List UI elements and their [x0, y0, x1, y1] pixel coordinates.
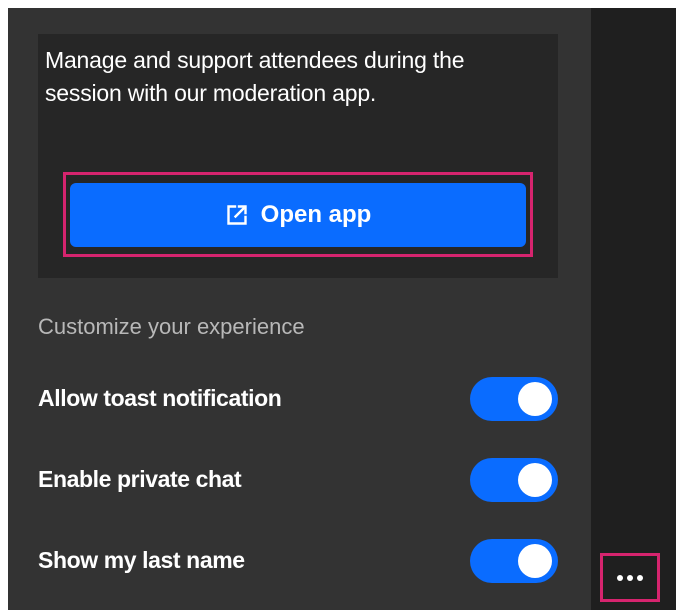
- setting-label-toast: Allow toast notification: [38, 385, 282, 411]
- toggle-knob: [518, 463, 552, 497]
- moderation-description: Manage and support attendees during the …: [45, 47, 465, 106]
- more-options-button[interactable]: [600, 553, 660, 602]
- dot: [637, 574, 643, 581]
- toggle-knob: [518, 382, 552, 416]
- external-link-icon: [225, 203, 249, 227]
- side-strip: [591, 8, 676, 610]
- settings-panel: Manage and support attendees during the …: [8, 8, 591, 610]
- open-app-button[interactable]: Open app: [70, 183, 526, 247]
- more-horizontal-icon: [617, 574, 643, 581]
- dot: [617, 574, 623, 581]
- private-chat-toggle[interactable]: [470, 458, 558, 502]
- setting-label-private-chat: Enable private chat: [38, 466, 242, 492]
- setting-row-last-name: Show my last name: [38, 539, 558, 583]
- dot: [627, 574, 633, 581]
- setting-row-toast: Allow toast notification: [38, 377, 558, 421]
- setting-row-private-chat: Enable private chat: [38, 458, 558, 502]
- toast-notification-toggle[interactable]: [470, 377, 558, 421]
- setting-label-last-name: Show my last name: [38, 547, 245, 573]
- last-name-toggle[interactable]: [470, 539, 558, 583]
- app-screen: Manage and support attendees during the …: [8, 8, 676, 610]
- customize-heading: Customize your experience: [38, 314, 305, 339]
- open-app-label: Open app: [260, 201, 372, 228]
- toggle-knob: [518, 544, 552, 578]
